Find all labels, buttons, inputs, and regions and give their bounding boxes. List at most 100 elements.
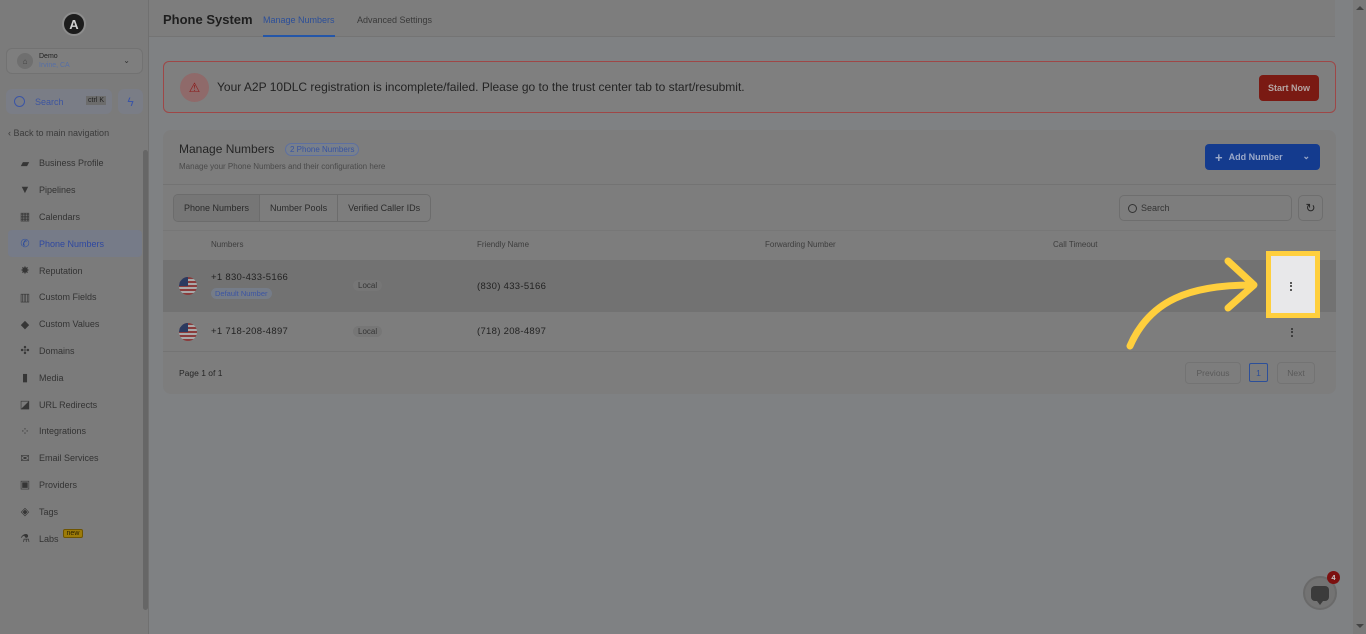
- manage-numbers-card: Manage Numbers 2 Phone Numbers Manage yo…: [163, 130, 1336, 394]
- sidebar-item-url-redirects[interactable]: ◪ URL Redirects: [8, 391, 142, 418]
- location-avatar-icon: ⌂: [17, 53, 33, 69]
- table-row[interactable]: +1 718-208-4897 Local (718) 208-4897: [163, 312, 1336, 352]
- page-1-button[interactable]: 1: [1249, 363, 1268, 382]
- search-shortcut: ctrl K: [86, 96, 106, 105]
- sidebar-item-label: URL Redirects: [39, 399, 98, 410]
- sidebar-item-reputation[interactable]: ✸ Reputation: [8, 257, 142, 284]
- previous-page-button[interactable]: Previous: [1185, 362, 1241, 384]
- add-number-label: Add Number: [1228, 152, 1283, 162]
- search-icon: [14, 96, 25, 107]
- scroll-down-arrow-icon[interactable]: [1356, 624, 1364, 628]
- table-search-input[interactable]: [1141, 203, 1281, 213]
- chevron-left-icon: ‹: [8, 128, 11, 138]
- custom-fields-icon: ▥: [19, 291, 31, 304]
- sidebar-nav: ▰ Business Profile ▼ Pipelines ▦ Calendars ✆ Ph…: [8, 150, 142, 552]
- globe-icon: ✣: [20, 345, 30, 358]
- page-scrollbar[interactable]: [1353, 0, 1366, 634]
- app-logo[interactable]: A: [62, 12, 86, 36]
- sidebar: A ⌂ Demo Irvine, CA ⌄ Search ctrl K ϟ ‹ …: [0, 0, 149, 634]
- row-actions-menu-button[interactable]: [1284, 278, 1298, 294]
- row-actions-menu-button[interactable]: [1285, 324, 1299, 340]
- chevron-down-icon[interactable]: ⌄: [1302, 151, 1310, 162]
- a2p-registration-alert: ⚠ Your A2P 10DLC registration is incompl…: [163, 61, 1336, 113]
- tab-advanced-settings[interactable]: Advanced Settings: [357, 15, 432, 37]
- sidebar-item-media[interactable]: ▮ Media: [8, 364, 142, 391]
- flask-icon: ⚗: [20, 533, 30, 546]
- top-header: Phone System Manage Numbers Advanced Set…: [149, 0, 1335, 37]
- chat-unread-count: 4: [1327, 571, 1340, 584]
- location-name: Demo: [39, 53, 58, 60]
- friendly-name: (830) 433-5166: [477, 281, 547, 292]
- sidebar-item-calendars[interactable]: ▦ Calendars: [8, 204, 142, 231]
- us-flag-icon: [179, 323, 197, 341]
- sidebar-item-label: Calendars: [39, 211, 81, 222]
- start-now-button[interactable]: Start Now: [1259, 75, 1319, 101]
- new-badge: new: [62, 529, 84, 539]
- sidebar-item-tags[interactable]: ◈ Tags: [8, 498, 142, 525]
- sidebar-search-label: Search: [35, 96, 64, 107]
- friendly-name: (718) 208-4897: [477, 326, 547, 337]
- segment-phone-numbers[interactable]: Phone Numbers: [174, 195, 261, 221]
- tag-icon: ◈: [20, 506, 30, 519]
- back-to-main-nav-link[interactable]: ‹ Back to main navigation: [8, 128, 109, 138]
- sidebar-item-label: Media: [39, 372, 64, 383]
- segment-verified-caller-ids[interactable]: Verified Caller IDs: [338, 195, 430, 221]
- default-number-badge: Default Number: [211, 288, 272, 299]
- sidebar-item-label: Phone Numbers: [39, 238, 105, 249]
- sidebar-item-business-profile[interactable]: ▰ Business Profile: [8, 150, 142, 177]
- chat-bubble-icon: [1311, 585, 1329, 605]
- segment-number-pools[interactable]: Number Pools: [260, 195, 339, 221]
- divider: [163, 230, 1336, 231]
- sidebar-search-button[interactable]: Search ctrl K: [6, 89, 112, 114]
- scroll-up-arrow-icon[interactable]: [1356, 6, 1364, 10]
- integrations-icon: ⁘: [20, 425, 30, 438]
- tab-manage-numbers[interactable]: Manage Numbers: [263, 15, 335, 37]
- sidebar-item-custom-values[interactable]: ◆ Custom Values: [8, 311, 142, 338]
- location-switcher[interactable]: ⌂ Demo Irvine, CA ⌄: [6, 48, 143, 74]
- card-subtitle: Manage your Phone Numbers and their conf…: [179, 162, 386, 171]
- sidebar-item-label: Labs: [39, 533, 59, 544]
- column-header-call-timeout: Call Timeout: [1053, 240, 1098, 249]
- sidebar-item-phone-numbers[interactable]: ✆ Phone Numbers: [8, 230, 142, 258]
- number-type-segmented-control: Phone Numbers Number Pools Verified Call…: [173, 194, 432, 222]
- calendar-icon: ▦: [19, 211, 31, 224]
- us-flag-icon: [179, 277, 197, 295]
- search-icon: [1128, 203, 1137, 213]
- next-page-button[interactable]: Next: [1277, 362, 1315, 384]
- sidebar-scrollbar[interactable]: [143, 150, 148, 610]
- media-icon: ▮: [21, 372, 29, 385]
- refresh-icon: ↻: [1305, 201, 1316, 215]
- star-badge-icon: ✸: [20, 265, 30, 278]
- sidebar-item-label: Email Services: [39, 453, 99, 464]
- warning-icon: ⚠: [180, 73, 209, 102]
- page-title: Phone System: [163, 12, 253, 27]
- clipboard-icon: ▣: [19, 479, 31, 492]
- phone-count-badge: 2 Phone Numbers: [285, 143, 360, 156]
- sidebar-item-label: Custom Values: [39, 319, 100, 330]
- lightning-icon: ϟ: [127, 94, 134, 109]
- location-address: Irvine, CA: [39, 62, 70, 69]
- card-title: Manage Numbers: [179, 142, 275, 156]
- chevron-down-icon: ⌄: [123, 56, 130, 65]
- sidebar-item-label: Tags: [39, 506, 59, 517]
- alert-message: Your A2P 10DLC registration is incomplet…: [217, 80, 745, 94]
- table-search-field[interactable]: [1119, 195, 1292, 221]
- sidebar-item-domains[interactable]: ✣ Domains: [8, 338, 142, 365]
- number-type-badge: Local: [353, 280, 383, 291]
- sidebar-item-pipelines[interactable]: ▼ Pipelines: [8, 177, 142, 204]
- quick-actions-button[interactable]: ϟ: [118, 89, 143, 114]
- add-number-button[interactable]: + Add Number ⌄: [1205, 144, 1320, 170]
- sidebar-item-label: Providers: [39, 479, 78, 490]
- table-row[interactable]: +1 830-433-5166 Default Number Local (83…: [163, 260, 1336, 312]
- sidebar-item-labs[interactable]: ⚗ Labs new: [8, 525, 142, 552]
- briefcase-icon: ▰: [20, 157, 30, 170]
- sidebar-item-email-services[interactable]: ✉ Email Services: [8, 445, 142, 472]
- sidebar-item-providers[interactable]: ▣ Providers: [8, 472, 142, 499]
- refresh-button[interactable]: ↻: [1298, 195, 1323, 221]
- funnel-icon: ▼: [19, 184, 31, 197]
- sidebar-item-integrations[interactable]: ⁘ Integrations: [8, 418, 142, 445]
- sidebar-item-label: Business Profile: [39, 158, 104, 169]
- pagination-info: Page 1 of 1: [179, 368, 223, 378]
- divider: [163, 184, 1336, 185]
- sidebar-item-custom-fields[interactable]: ▥ Custom Fields: [8, 284, 142, 311]
